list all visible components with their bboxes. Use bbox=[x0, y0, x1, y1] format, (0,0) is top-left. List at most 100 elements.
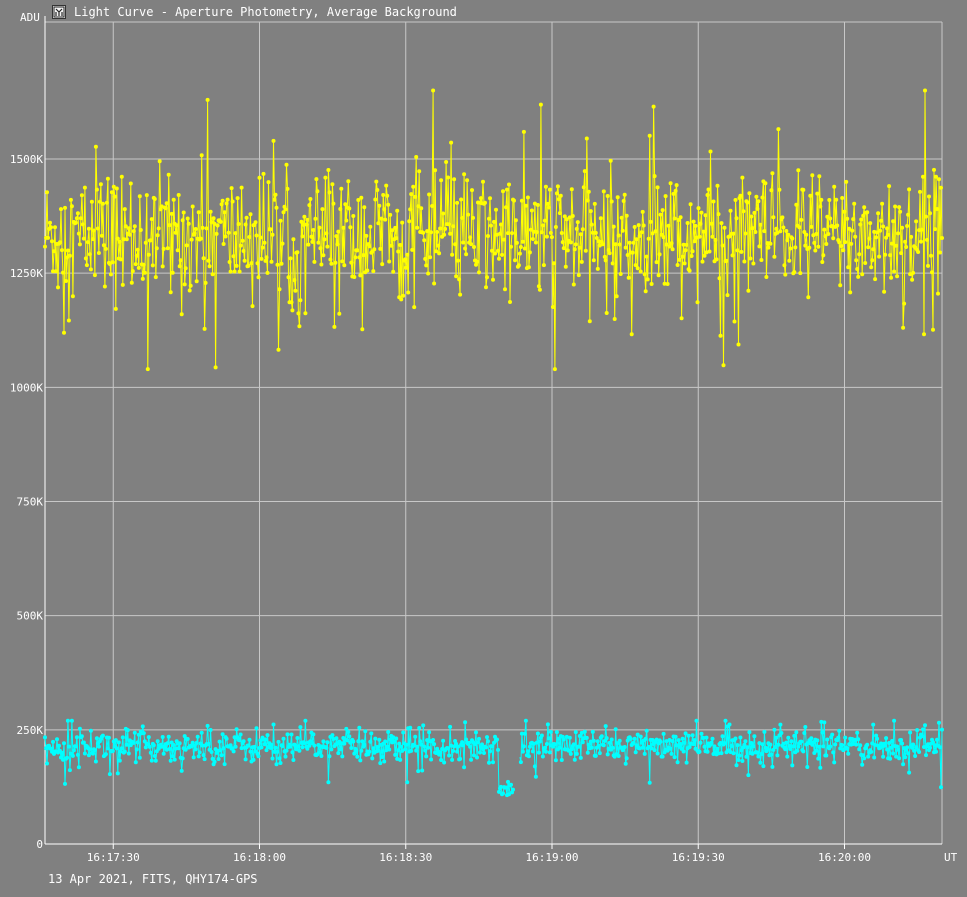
data-point bbox=[735, 248, 740, 253]
data-point bbox=[218, 219, 223, 224]
data-point bbox=[539, 230, 544, 235]
data-point bbox=[349, 260, 354, 265]
data-point bbox=[527, 744, 532, 749]
data-point bbox=[546, 205, 551, 210]
data-point bbox=[237, 738, 242, 743]
data-point bbox=[871, 247, 876, 252]
data-point bbox=[761, 764, 766, 769]
data-point bbox=[500, 252, 504, 257]
data-point bbox=[760, 195, 765, 200]
data-point bbox=[185, 216, 190, 221]
data-point bbox=[63, 205, 67, 210]
data-point bbox=[442, 232, 447, 237]
data-point bbox=[458, 756, 463, 761]
data-point bbox=[714, 257, 719, 262]
data-point bbox=[125, 728, 130, 733]
data-point bbox=[845, 746, 850, 751]
data-point bbox=[501, 189, 505, 194]
data-point bbox=[617, 738, 622, 743]
data-point bbox=[872, 755, 877, 760]
y-axis-label: ADU bbox=[20, 11, 40, 24]
data-point bbox=[877, 254, 882, 259]
data-point bbox=[175, 248, 180, 253]
data-point bbox=[483, 200, 487, 205]
data-point bbox=[537, 739, 542, 744]
data-point bbox=[340, 754, 345, 759]
data-point bbox=[122, 749, 127, 754]
data-point bbox=[242, 258, 247, 263]
data-point bbox=[612, 317, 617, 321]
data-point bbox=[326, 168, 331, 172]
chart-labels: 0 250K 500K 750K 1000K 1250K 1500K 16:17:30 16:1… bbox=[10, 11, 958, 864]
y-tick-label: 1500K bbox=[10, 153, 43, 166]
data-point bbox=[234, 263, 239, 268]
data-point bbox=[629, 332, 634, 337]
data-point bbox=[156, 226, 161, 231]
data-point bbox=[768, 742, 773, 747]
data-point bbox=[430, 204, 435, 208]
data-point bbox=[885, 226, 890, 231]
data-point bbox=[450, 252, 455, 257]
data-point bbox=[696, 206, 701, 211]
data-point bbox=[533, 240, 538, 245]
data-point bbox=[312, 259, 317, 264]
data-point bbox=[641, 223, 646, 228]
data-point bbox=[832, 760, 837, 765]
data-point bbox=[321, 253, 326, 258]
data-point bbox=[579, 259, 584, 264]
data-point bbox=[745, 200, 750, 205]
data-point bbox=[856, 274, 861, 279]
data-point bbox=[317, 225, 322, 230]
data-point bbox=[721, 363, 726, 368]
data-point bbox=[623, 761, 628, 766]
data-point bbox=[221, 242, 226, 246]
data-point bbox=[770, 171, 775, 176]
data-point bbox=[640, 209, 645, 214]
data-point bbox=[124, 237, 129, 242]
data-point bbox=[705, 749, 710, 754]
data-point bbox=[785, 238, 790, 243]
data-point bbox=[283, 754, 288, 759]
data-point bbox=[628, 736, 633, 741]
data-point bbox=[448, 231, 453, 236]
data-point bbox=[373, 197, 378, 202]
data-point bbox=[814, 748, 819, 753]
data-point bbox=[670, 247, 675, 252]
data-point bbox=[264, 255, 269, 260]
data-point bbox=[216, 757, 221, 761]
data-point bbox=[486, 739, 490, 744]
light-curve-chart[interactable]: 0 250K 500K 750K 1000K 1250K 1500K 16:17:30 16:1… bbox=[0, 0, 967, 897]
data-point bbox=[535, 731, 540, 736]
data-point bbox=[605, 194, 610, 198]
data-point bbox=[601, 743, 606, 748]
data-point bbox=[270, 756, 275, 761]
data-point bbox=[891, 219, 896, 224]
data-point bbox=[570, 214, 575, 218]
data-point bbox=[323, 175, 328, 180]
data-point bbox=[504, 205, 508, 210]
data-point bbox=[868, 221, 873, 226]
data-point bbox=[386, 202, 391, 207]
data-point bbox=[683, 248, 688, 253]
data-point bbox=[749, 214, 754, 219]
data-point bbox=[498, 231, 502, 236]
data-point bbox=[542, 745, 547, 750]
data-point bbox=[536, 284, 541, 289]
data-point bbox=[648, 219, 653, 224]
data-point bbox=[908, 730, 913, 735]
data-point bbox=[595, 739, 600, 744]
data-point bbox=[923, 723, 927, 728]
data-point bbox=[173, 230, 178, 235]
data-point bbox=[309, 234, 314, 239]
data-point bbox=[831, 236, 836, 241]
data-point bbox=[772, 254, 777, 259]
data-point bbox=[555, 184, 560, 189]
data-point bbox=[427, 192, 432, 197]
data-point bbox=[684, 242, 689, 247]
data-point bbox=[344, 218, 349, 223]
data-point bbox=[364, 233, 369, 238]
data-point bbox=[221, 746, 226, 751]
data-point bbox=[807, 245, 812, 250]
data-point bbox=[102, 284, 107, 289]
data-point bbox=[410, 247, 415, 252]
